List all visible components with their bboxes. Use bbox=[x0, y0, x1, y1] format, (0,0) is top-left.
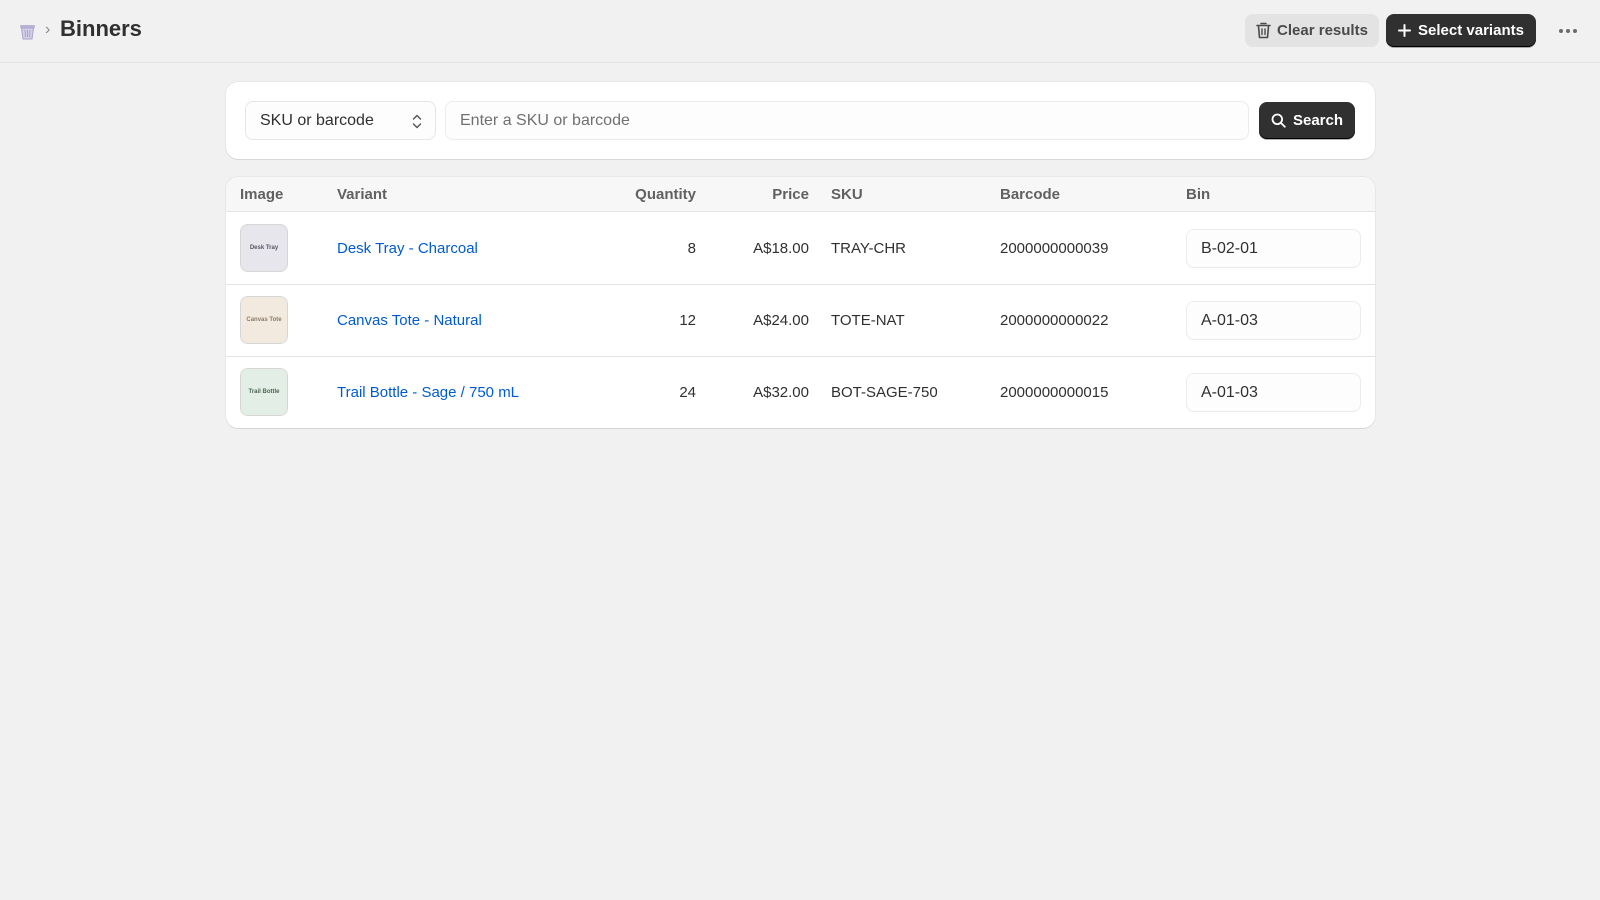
sku-cell: BOT-SAGE-750 bbox=[831, 384, 938, 401]
clear-results-label: Clear results bbox=[1277, 22, 1368, 39]
column-header-barcode: Barcode bbox=[1000, 186, 1061, 203]
price-cell: A$24.00 bbox=[753, 312, 809, 329]
thumbnail-label: Canvas Tote bbox=[246, 317, 282, 323]
barcode-cell: 2000000000039 bbox=[1000, 240, 1109, 257]
quantity-cell: 12 bbox=[679, 312, 696, 329]
search-button[interactable]: Search bbox=[1259, 102, 1355, 139]
column-header-sku: SKU bbox=[831, 186, 863, 203]
table-row: Desk Tray Desk Tray - Charcoal 8 A$18.00… bbox=[226, 213, 1375, 285]
search-card: SKU or barcode Search bbox=[226, 82, 1375, 159]
clear-results-button[interactable]: Clear results bbox=[1245, 14, 1379, 47]
column-header-quantity: Quantity bbox=[635, 186, 696, 203]
variant-link[interactable]: Desk Tray - Charcoal bbox=[337, 240, 478, 257]
search-input[interactable] bbox=[445, 101, 1249, 140]
search-type-select[interactable]: SKU or barcode bbox=[245, 101, 436, 140]
breadcrumb-separator: › bbox=[45, 21, 51, 38]
quantity-cell: 8 bbox=[687, 240, 696, 257]
search-button-label: Search bbox=[1292, 112, 1344, 129]
search-icon bbox=[1271, 113, 1286, 128]
bin-input[interactable] bbox=[1186, 373, 1361, 412]
variant-link[interactable]: Trail Bottle - Sage / 750 mL bbox=[337, 384, 519, 401]
more-actions-icon[interactable] bbox=[1553, 18, 1583, 44]
table-header: Image Variant Quantity Price SKU Barcode… bbox=[226, 177, 1375, 212]
product-thumbnail: Trail Bottle bbox=[240, 368, 288, 416]
column-header-price: Price bbox=[772, 186, 809, 203]
page-title: Binners bbox=[60, 16, 142, 41]
barcode-cell: 2000000000022 bbox=[1000, 312, 1109, 329]
table-row: Trail Bottle Trail Bottle - Sage / 750 m… bbox=[226, 357, 1375, 428]
sku-cell: TOTE-NAT bbox=[831, 312, 905, 329]
top-bar: › Binners Clear results Select variants bbox=[0, 0, 1600, 63]
select-variants-button[interactable]: Select variants bbox=[1386, 14, 1536, 47]
quantity-cell: 24 bbox=[679, 384, 696, 401]
thumbnail-label: Desk Tray bbox=[249, 245, 279, 251]
table-row: Canvas Tote Canvas Tote - Natural 12 A$2… bbox=[226, 285, 1375, 357]
column-header-image: Image bbox=[240, 186, 284, 203]
bin-icon[interactable] bbox=[19, 23, 36, 40]
trash-icon bbox=[1256, 22, 1271, 39]
select-variants-label: Select variants bbox=[1418, 22, 1524, 39]
results-table: Image Variant Quantity Price SKU Barcode… bbox=[226, 177, 1375, 428]
product-thumbnail: Canvas Tote bbox=[240, 296, 288, 344]
plus-icon bbox=[1398, 24, 1412, 37]
product-thumbnail: Desk Tray bbox=[240, 224, 288, 272]
price-cell: A$32.00 bbox=[753, 384, 809, 401]
bin-input[interactable] bbox=[1186, 229, 1361, 268]
thumbnail-label: Trail Bottle bbox=[248, 389, 280, 395]
price-cell: A$18.00 bbox=[753, 240, 809, 257]
bin-input[interactable] bbox=[1186, 301, 1361, 340]
variant-link[interactable]: Canvas Tote - Natural bbox=[337, 312, 482, 329]
sku-cell: TRAY-CHR bbox=[831, 240, 907, 257]
select-chevron-icon bbox=[412, 114, 422, 129]
column-header-bin: Bin bbox=[1186, 186, 1211, 203]
barcode-cell: 2000000000015 bbox=[1000, 384, 1109, 401]
column-header-variant: Variant bbox=[337, 186, 388, 203]
search-type-value: SKU or barcode bbox=[260, 111, 374, 129]
